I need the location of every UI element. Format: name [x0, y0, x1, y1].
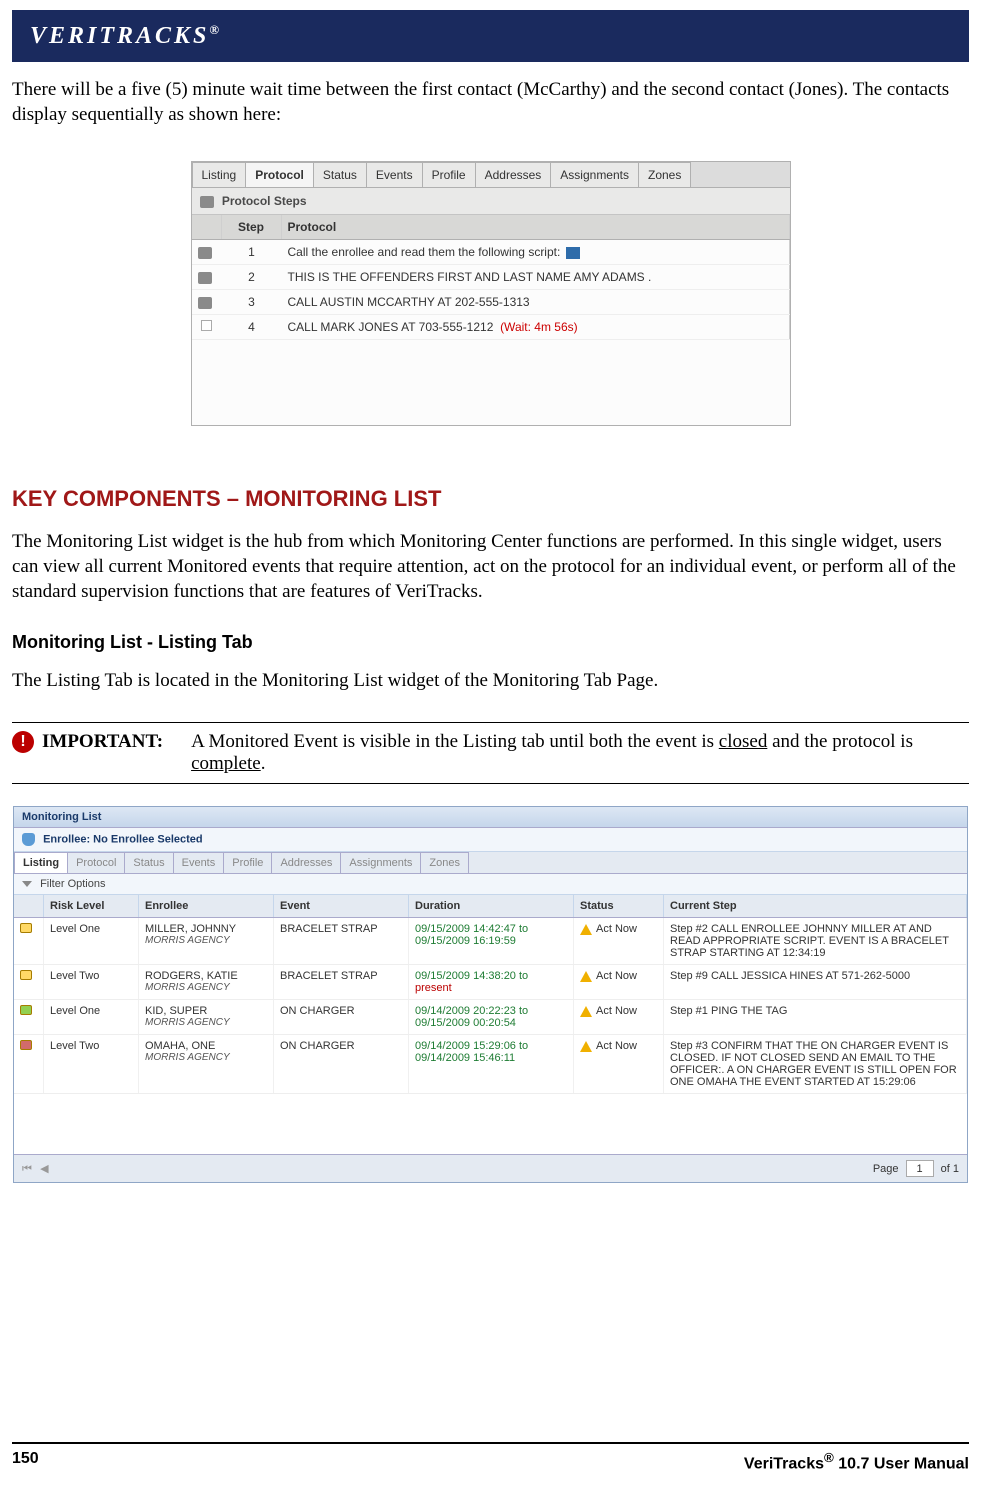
subsection-heading: Monitoring List - Listing Tab	[12, 632, 969, 653]
event-cell: ON CHARGER	[274, 1000, 409, 1034]
row-icon	[198, 247, 212, 259]
ml-col-headers: Risk Level Enrollee Event Duration Statu…	[14, 895, 967, 918]
protocol-row[interactable]: 3 CALL AUSTIN MCCARTHY AT 202-555-1313	[192, 290, 790, 315]
duration-cell: 09/15/2009 14:38:20 topresent	[409, 965, 574, 999]
subsection-paragraph: The Listing Tab is located in the Monito…	[12, 669, 969, 694]
tab-protocol[interactable]: Protocol	[245, 162, 314, 187]
current-step-cell: Step #3 CONFIRM THAT THE ON CHARGER EVEN…	[664, 1035, 967, 1093]
brand-banner: VERITRACKS®	[12, 10, 969, 62]
duration-cell: 09/14/2009 20:22:23 to09/15/2009 00:20:5…	[409, 1000, 574, 1034]
intro-paragraph: There will be a five (5) minute wait tim…	[12, 78, 969, 127]
tab-profile[interactable]: Profile	[422, 162, 476, 187]
warn-icon	[580, 1006, 592, 1017]
current-step-cell: Step #1 PING THE TAG	[664, 1000, 967, 1034]
status-cell: Act Now	[574, 965, 664, 999]
lock-icon	[20, 1005, 32, 1015]
risk-cell: Level One	[44, 918, 139, 964]
brand-text: VERITRACKS®	[30, 22, 222, 50]
current-step-cell: Step #2 CALL ENROLLEE JOHNNY MILLER AT A…	[664, 918, 967, 964]
important-callout: ! IMPORTANT: A Monitored Event is visibl…	[12, 722, 969, 784]
event-cell: ON CHARGER	[274, 1035, 409, 1093]
enrollee-cell: KID, SUPERMORRIS AGENCY	[139, 1000, 274, 1034]
ml-tab-profile[interactable]: Profile	[223, 852, 272, 873]
row-icon	[198, 297, 212, 309]
script-chip-icon[interactable]	[566, 247, 580, 259]
status-cell: Act Now	[574, 1035, 664, 1093]
tab-events[interactable]: Events	[366, 162, 423, 187]
ml-tab-zones[interactable]: Zones	[420, 852, 469, 873]
wait-timer: (Wait: 4m 56s)	[500, 320, 578, 334]
risk-cell: Level Two	[44, 965, 139, 999]
warn-icon	[580, 971, 592, 982]
table-row[interactable]: Level TwoOMAHA, ONEMORRIS AGENCYON CHARG…	[14, 1035, 967, 1094]
duration-cell: 09/14/2009 15:29:06 to09/14/2009 15:46:1…	[409, 1035, 574, 1093]
table-row[interactable]: Level TwoRODGERS, KATIEMORRIS AGENCYBRAC…	[14, 965, 967, 1000]
ml-tab-protocol[interactable]: Protocol	[67, 852, 125, 873]
pager-right: Page 1 of 1	[873, 1160, 959, 1177]
enrollee-cell: MILLER, JOHNNYMORRIS AGENCY	[139, 918, 274, 964]
lock-icon	[20, 923, 32, 933]
tab-addresses[interactable]: Addresses	[475, 162, 552, 187]
table-row[interactable]: Level OneKID, SUPERMORRIS AGENCYON CHARG…	[14, 1000, 967, 1035]
filter-icon	[22, 881, 32, 887]
person-icon	[22, 833, 35, 846]
tab-assignments[interactable]: Assignments	[550, 162, 639, 187]
prev-page-icon[interactable]: ◀	[40, 1162, 53, 1175]
ml-tab-addresses[interactable]: Addresses	[271, 852, 341, 873]
section-paragraph: The Monitoring List widget is the hub fr…	[12, 530, 969, 604]
table-row[interactable]: Level OneMILLER, JOHNNYMORRIS AGENCYBRAC…	[14, 918, 967, 965]
lock-icon	[20, 970, 32, 980]
exclamation-icon: !	[12, 731, 34, 753]
page-number-input[interactable]: 1	[906, 1160, 934, 1177]
enrollee-cell: RODGERS, KATIEMORRIS AGENCY	[139, 965, 274, 999]
protocol-tabs: Listing Protocol Status Events Profile A…	[192, 162, 790, 188]
manual-title: VeriTracks® 10.7 User Manual	[744, 1450, 969, 1473]
protocol-subheader: Protocol Steps	[192, 188, 790, 215]
document-footer: 150 VeriTracks® 10.7 User Manual	[12, 1442, 969, 1473]
ml-tab-events[interactable]: Events	[173, 852, 225, 873]
pager-nav: ⏮ ◀	[22, 1162, 55, 1176]
current-step-cell: Step #9 CALL JESSICA HINES AT 571-262-50…	[664, 965, 967, 999]
checkbox-empty-icon[interactable]	[201, 320, 212, 331]
monitoring-list-panel: Monitoring List Enrollee: No Enrollee Se…	[13, 806, 968, 1183]
panel-title: Monitoring List	[14, 807, 967, 828]
risk-cell: Level Two	[44, 1035, 139, 1093]
important-label: IMPORTANT:	[42, 731, 163, 775]
protocol-row[interactable]: 4 CALL MARK JONES AT 703-555-1212 (Wait:…	[192, 315, 790, 340]
warn-icon	[580, 1041, 592, 1052]
risk-cell: Level One	[44, 1000, 139, 1034]
ml-tab-status[interactable]: Status	[124, 852, 173, 873]
row-icon	[198, 272, 212, 284]
ml-tab-assignments[interactable]: Assignments	[340, 852, 421, 873]
protocol-col-headers: Step Protocol	[192, 215, 790, 240]
duration-cell: 09/15/2009 14:42:47 to09/15/2009 16:19:5…	[409, 918, 574, 964]
protocol-steps-panel: Listing Protocol Status Events Profile A…	[191, 161, 791, 426]
ml-tabs: Listing Protocol Status Events Profile A…	[14, 852, 967, 874]
enrollee-bar: Enrollee: No Enrollee Selected	[14, 828, 967, 852]
list-icon	[200, 196, 214, 208]
filter-options[interactable]: Filter Options	[14, 874, 967, 895]
first-page-icon[interactable]: ⏮	[22, 1163, 35, 1176]
lock-icon	[20, 1040, 32, 1050]
page-number: 150	[12, 1450, 39, 1473]
event-cell: BRACELET STRAP	[274, 918, 409, 964]
enrollee-cell: OMAHA, ONEMORRIS AGENCY	[139, 1035, 274, 1093]
section-heading: KEY COMPONENTS – MONITORING LIST	[12, 486, 969, 512]
tab-zones[interactable]: Zones	[638, 162, 691, 187]
status-cell: Act Now	[574, 918, 664, 964]
protocol-row[interactable]: 1 Call the enrollee and read them the fo…	[192, 240, 790, 265]
event-cell: BRACELET STRAP	[274, 965, 409, 999]
protocol-rows: 1 Call the enrollee and read them the fo…	[192, 240, 790, 425]
tab-listing[interactable]: Listing	[192, 162, 247, 187]
important-text: A Monitored Event is visible in the List…	[191, 731, 969, 775]
tab-status[interactable]: Status	[313, 162, 367, 187]
protocol-row[interactable]: 2 THIS IS THE OFFENDERS FIRST AND LAST N…	[192, 265, 790, 290]
ml-tab-listing[interactable]: Listing	[14, 852, 68, 873]
pager-bar: ⏮ ◀ Page 1 of 1	[14, 1154, 967, 1182]
warn-icon	[580, 924, 592, 935]
status-cell: Act Now	[574, 1000, 664, 1034]
